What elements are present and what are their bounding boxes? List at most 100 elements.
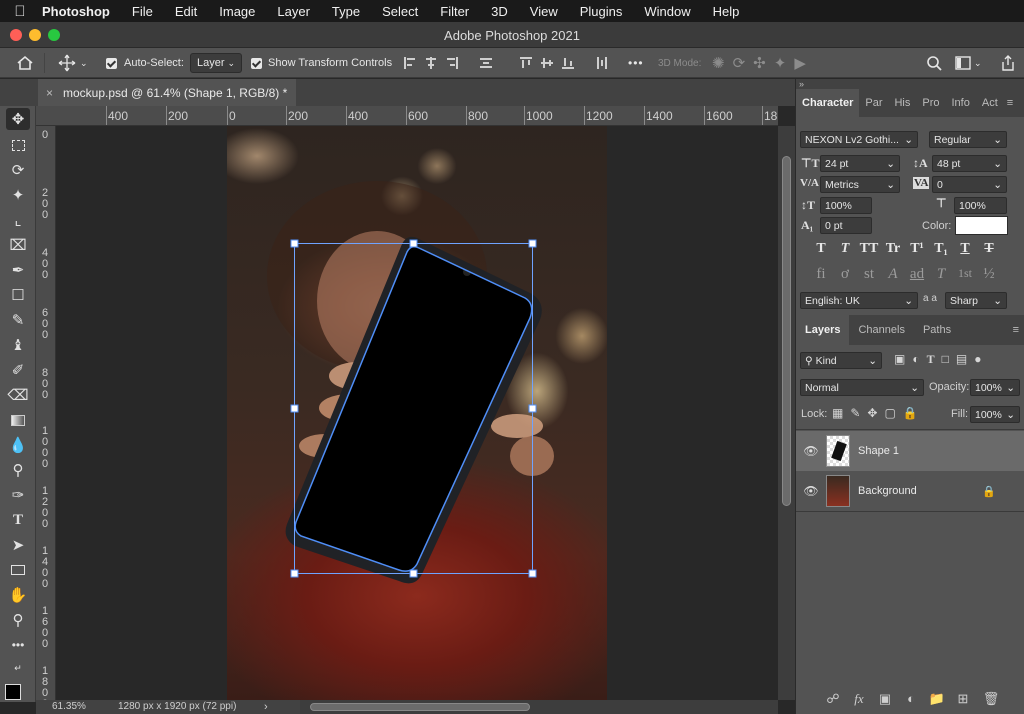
- titling-alternates-button[interactable]: T: [930, 266, 952, 283]
- align-middle-v-icon[interactable]: [540, 56, 554, 70]
- document-canvas[interactable]: [227, 126, 607, 700]
- workspace-button[interactable]: ⌄: [955, 48, 982, 78]
- rectangle-tool[interactable]: [6, 559, 30, 581]
- align-right-icon[interactable]: [445, 56, 459, 70]
- align-center-h-icon[interactable]: [424, 56, 438, 70]
- close-tab-icon[interactable]: ×: [46, 86, 53, 100]
- visibility-eye-icon[interactable]: 👁: [796, 444, 826, 458]
- swap-colors-button[interactable]: ↵: [6, 662, 30, 674]
- slide-3d-icon[interactable]: ✦: [774, 54, 787, 72]
- horizontal-scale-field[interactable]: 100%: [954, 197, 1007, 214]
- menu-edit[interactable]: Edit: [164, 4, 208, 19]
- vertical-scroll-thumb[interactable]: [782, 156, 791, 506]
- fractions-button[interactable]: ½: [978, 266, 1000, 283]
- show-transform-checkbox[interactable]: Show Transform Controls: [251, 48, 392, 78]
- menu-file[interactable]: File: [121, 4, 164, 19]
- opacity-field[interactable]: 100% ⌄: [970, 379, 1020, 396]
- foreground-color-swatch[interactable]: [5, 684, 21, 700]
- shape-filter-icon[interactable]: □: [942, 352, 949, 369]
- visibility-eye-icon[interactable]: 👁: [796, 484, 826, 498]
- lock-pixels-icon[interactable]: ✎: [850, 406, 860, 420]
- tab-paths[interactable]: Paths: [914, 315, 960, 345]
- dodge-tool[interactable]: ⚲: [6, 459, 30, 481]
- home-button[interactable]: [16, 48, 34, 78]
- frame-tool[interactable]: ⌧: [6, 234, 30, 256]
- marquee-tool[interactable]: [6, 134, 30, 156]
- lock-all-icon[interactable]: 🔒: [903, 406, 918, 420]
- filter-toggle-icon[interactable]: ●: [974, 352, 981, 369]
- antialias-dropdown[interactable]: Sharp ⌄: [945, 292, 1007, 309]
- tab-character[interactable]: Character: [796, 89, 860, 117]
- smart-object-filter-icon[interactable]: ▤: [956, 352, 967, 369]
- horizontal-scroll-thumb[interactable]: [310, 703, 530, 711]
- tab-layers[interactable]: Layers: [796, 315, 850, 345]
- menu-plugins[interactable]: Plugins: [569, 4, 634, 19]
- menu-view[interactable]: View: [519, 4, 569, 19]
- history-brush-tool[interactable]: ✐: [6, 359, 30, 381]
- all-caps-button[interactable]: TT: [858, 241, 880, 257]
- lasso-tool[interactable]: ⟳: [6, 159, 30, 181]
- faux-bold-button[interactable]: T: [810, 241, 832, 257]
- brush-tool[interactable]: ✎: [6, 309, 30, 331]
- language-dropdown[interactable]: English: UK ⌄: [800, 292, 918, 309]
- layer-filter-kind-dropdown[interactable]: ⚲ Kind ⌄: [800, 352, 882, 369]
- canvas-area[interactable]: [56, 126, 778, 700]
- search-button[interactable]: [926, 48, 942, 78]
- discretionary-ligatures-button[interactable]: st: [858, 266, 880, 283]
- menu-select[interactable]: Select: [371, 4, 429, 19]
- gradient-tool[interactable]: [6, 409, 30, 431]
- transform-bounding-box[interactable]: [227, 126, 607, 700]
- panels-collapse-toggle[interactable]: »: [796, 79, 1024, 89]
- blend-mode-dropdown[interactable]: Normal ⌄: [800, 379, 924, 396]
- tab-info[interactable]: Info: [946, 89, 976, 117]
- auto-select-target-dropdown[interactable]: Layer ⌄: [190, 53, 242, 73]
- menu-3d[interactable]: 3D: [480, 4, 519, 19]
- document-tab[interactable]: × mockup.psd @ 61.4% (Shape 1, RGB/8) *: [38, 79, 296, 106]
- layer-name[interactable]: Background: [858, 485, 917, 497]
- healing-brush-tool[interactable]: ☐: [6, 284, 30, 306]
- layer-row[interactable]: 👁 Shape 1: [796, 431, 1024, 471]
- path-selection-tool[interactable]: ➤: [6, 534, 30, 556]
- lock-position-icon[interactable]: ✥: [867, 406, 877, 420]
- baseline-shift-field[interactable]: 0 pt: [820, 217, 872, 234]
- menu-window[interactable]: Window: [633, 4, 701, 19]
- move-tool-preset[interactable]: ⌄: [58, 48, 88, 78]
- tab-actions[interactable]: Act: [976, 89, 1004, 117]
- eraser-tool[interactable]: ⌫: [6, 384, 30, 406]
- align-top-icon[interactable]: [519, 56, 533, 70]
- swash-button[interactable]: A: [882, 266, 904, 283]
- type-tool[interactable]: T: [6, 509, 30, 531]
- chevron-right-icon[interactable]: ›: [264, 701, 268, 713]
- scale-3d-icon[interactable]: ▶: [794, 54, 806, 72]
- menu-photoshop[interactable]: Photoshop: [40, 4, 121, 19]
- distribute-icon[interactable]: [479, 56, 493, 70]
- faux-italic-button[interactable]: T: [834, 241, 856, 257]
- leading-dropdown[interactable]: 48 pt ⌄: [932, 155, 1007, 172]
- hand-tool[interactable]: ✋: [6, 584, 30, 606]
- stylistic-alternates-button[interactable]: ad: [906, 266, 928, 283]
- tab-properties[interactable]: Pro: [916, 89, 945, 117]
- underline-button[interactable]: T: [954, 241, 976, 257]
- fx-icon[interactable]: fx: [850, 691, 868, 707]
- edit-toolbar-button[interactable]: •••: [6, 634, 30, 656]
- apple-icon[interactable]: : [0, 3, 40, 20]
- link-icon[interactable]: ☍: [824, 691, 842, 707]
- vertical-scale-field[interactable]: 100%: [820, 197, 872, 214]
- folder-icon[interactable]: 📁: [928, 691, 946, 707]
- align-left-icon[interactable]: [403, 56, 417, 70]
- subscript-button[interactable]: T₁: [930, 241, 952, 257]
- kerning-dropdown[interactable]: Metrics ⌄: [820, 176, 900, 193]
- eyedropper-tool[interactable]: ✒: [6, 259, 30, 281]
- menu-help[interactable]: Help: [702, 4, 751, 19]
- lock-transparency-icon[interactable]: ▦: [832, 406, 843, 420]
- font-size-dropdown[interactable]: 24 pt ⌄: [820, 155, 900, 172]
- horizontal-scrollbar[interactable]: [300, 700, 778, 714]
- adjustment-filter-icon[interactable]: ◐: [912, 352, 919, 369]
- small-caps-button[interactable]: Tr: [882, 241, 904, 257]
- panel-menu-icon[interactable]: ≡: [1004, 89, 1016, 117]
- lock-artboard-icon[interactable]: ▢: [884, 406, 895, 420]
- roll-3d-icon[interactable]: ⟳: [733, 54, 746, 72]
- tracking-dropdown[interactable]: 0 ⌄: [932, 176, 1007, 193]
- blur-tool[interactable]: 💧: [6, 434, 30, 456]
- distribute-v-icon[interactable]: [595, 56, 609, 70]
